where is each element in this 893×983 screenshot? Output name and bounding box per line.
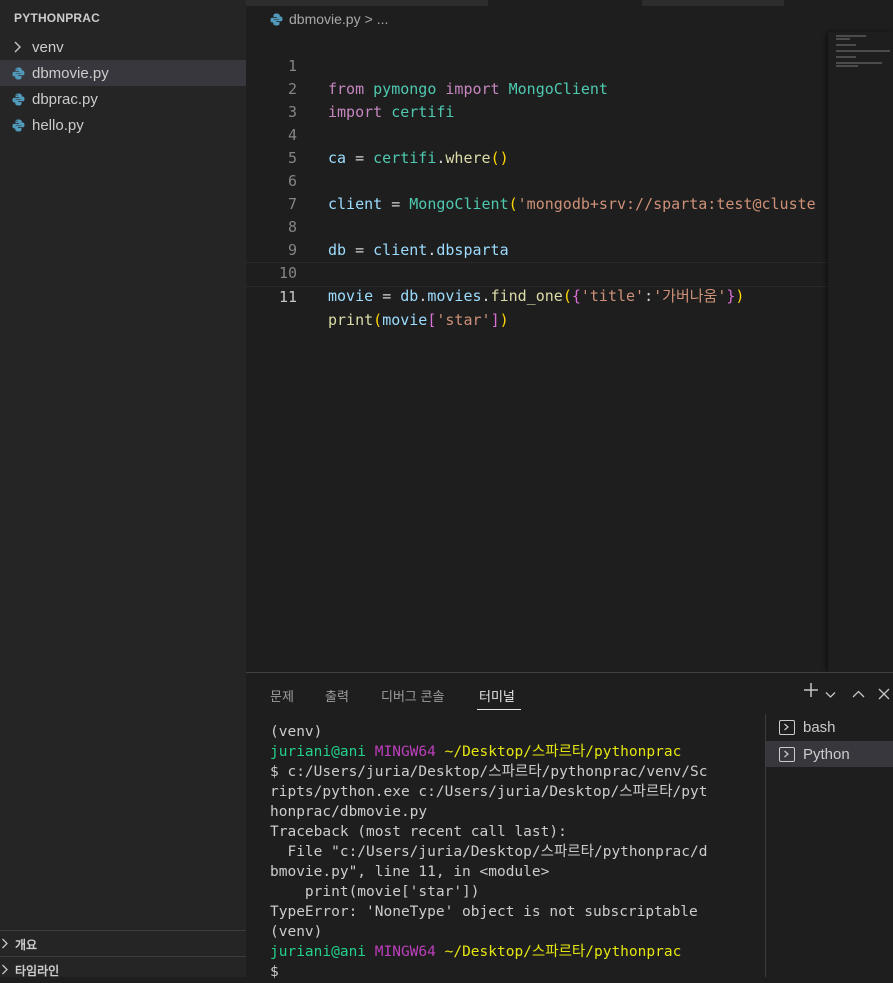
explorer-folder-header[interactable]: PYTHONPRAC [14,11,100,25]
terminal-list-label: bash [803,718,836,736]
explorer-item-dbprac[interactable]: dbprac.py [0,86,246,112]
editor-tab-strip [246,0,893,6]
terminal-line: TypeError: 'NoneType' object is not subs… [270,904,698,920]
close-panel-icon[interactable] [878,684,890,705]
breadcrumb-separator: > [364,11,373,27]
terminal-prompt-line: juriani@ani MINGW64 ~/Desktop/스파르타/pytho… [270,942,750,962]
terminal-input-line[interactable]: $ [270,962,750,982]
code-line: 10 movie = db.movies.find_one({'title':'… [246,239,828,305]
code-line: 8 db = client.dbsparta [246,193,828,259]
minimap-line [836,62,882,64]
prompt-user: juriani@ani [270,944,367,960]
terminal-line: ripts/python.exe c:/Users/juria/Desktop/… [270,784,708,800]
line-number: 11 [278,288,297,306]
code-line: 9 [246,216,828,259]
terminal-list: bash Python [765,714,893,977]
explorer-item-hello[interactable]: hello.py [0,112,246,138]
minimap-line [836,65,858,67]
terminal-line: print(movie['star']) [270,884,480,900]
terminal-list-item-bash[interactable]: bash [766,714,893,740]
code-line-current: 11 print(movie['star']) [246,262,828,329]
tab-strip-gap [784,0,893,6]
prompt-path: ~/Desktop/스파르타/pythonprac [444,944,682,960]
code-text: print(movie['star']) [328,311,509,329]
breadcrumb: dbmovie.py > ... [270,11,388,27]
terminal-icon [779,719,795,735]
breadcrumb-symbols[interactable]: ... [377,11,389,27]
python-file-icon [11,119,25,132]
active-tab-indicator [477,709,521,710]
terminal-prompt-line: juriani@ani MINGW64 ~/Desktop/스파르타/pytho… [270,742,750,762]
minimap-line [836,44,856,46]
python-file-icon [11,93,25,106]
terminal-icon [779,746,795,762]
explorer-sidebar: PYTHONPRAC venv dbmovie.py dbprac.py hel… [0,0,246,978]
chevron-right-icon [1,937,9,952]
code-line: 1 from pymongo import MongoClient [246,32,828,98]
outline-section-label: 개요 [15,937,38,952]
terminal-line: $ c:/Users/juria/Desktop/스파르타/pythonprac… [270,764,708,780]
tab-strip-gap [488,0,642,6]
tab-output[interactable]: 출력 [325,686,349,705]
terminal-line: File "c:/Users/juria/Desktop/스파르타/python… [270,844,708,860]
tab-problems[interactable]: 문제 [270,686,294,705]
prompt-user: juriani@ani [270,744,367,760]
terminal-list-item-python[interactable]: Python [766,741,893,767]
explorer-item-label: dbmovie.py [32,64,109,82]
chevron-right-icon [1,963,9,978]
terminal-list-label: Python [803,745,850,763]
prompt-env: MINGW64 [374,744,436,760]
new-terminal-plus-icon[interactable] [803,682,819,703]
terminal-line: honprac/dbmovie.py [270,804,428,820]
minimap[interactable] [828,32,893,672]
chevron-right-icon [11,41,25,53]
code-line: 5 [246,124,828,167]
prompt-env: MINGW64 [374,944,436,960]
prompt-path: ~/Desktop/스파르타/pythonprac [444,744,682,760]
explorer-item-dbmovie[interactable]: dbmovie.py [0,60,246,86]
maximize-panel-chevron-up-icon[interactable] [852,684,865,705]
code-editor[interactable]: 1 from pymongo import MongoClient 2 impo… [246,32,828,672]
code-line: 2 import certifi [246,55,828,121]
minimap-line [836,35,866,37]
code-line: 3 [246,78,828,121]
code-line: 6 client = MongoClient('mongodb+srv://sp… [246,147,828,213]
breadcrumb-file[interactable]: dbmovie.py [289,11,361,27]
terminal-line: bmovie.py", line 11, in <module> [270,864,550,880]
timeline-section-header[interactable]: 타임라인 [0,956,246,983]
explorer-item-label: dbprac.py [32,90,98,108]
code-text: movie = db.movies.find_one({'title':'가버나… [328,287,745,305]
outline-section-header[interactable]: 개요 [0,930,246,957]
explorer-item-label: hello.py [32,116,84,134]
tab-terminal[interactable]: 터미널 [479,686,515,705]
terminal-dropdown-chevron-icon[interactable] [825,684,836,705]
explorer-item-venv[interactable]: venv [0,34,246,60]
python-file-icon [11,67,25,80]
terminal-output[interactable]: (venv) juriani@ani MINGW64 ~/Desktop/스파르… [270,722,750,982]
minimap-line [836,50,890,52]
tab-debug-console[interactable]: 디버그 콘솔 [381,686,444,705]
timeline-section-label: 타임라인 [15,963,60,978]
minimap-line [836,38,850,40]
terminal-line: (venv) [270,724,323,740]
minimap-line [836,56,856,58]
terminal-line: Traceback (most recent call last): [270,824,567,840]
terminal-line: (venv) [270,924,323,940]
code-line: 4 ca = certifi.where() [246,101,828,167]
explorer-item-label: venv [32,38,64,56]
code-line: 7 [246,170,828,213]
python-file-icon [270,13,283,26]
